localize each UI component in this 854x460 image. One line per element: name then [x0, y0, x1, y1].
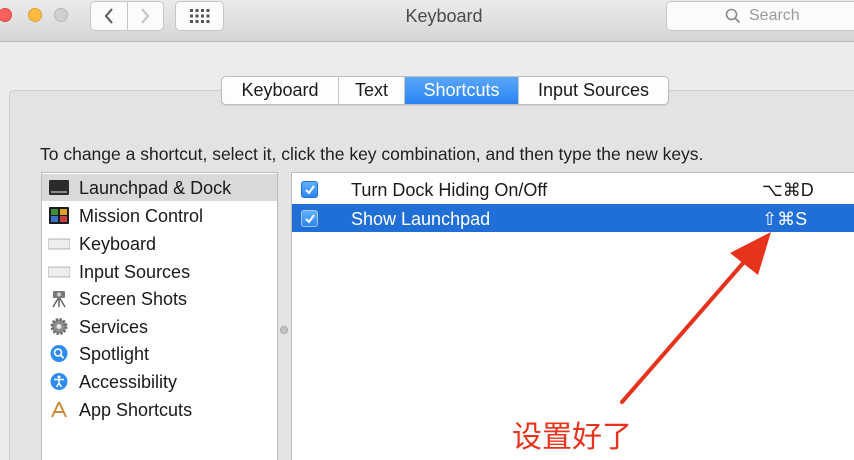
sidebar-item-label: Services — [79, 317, 149, 337]
shortcut-label: Turn Dock Hiding On/Off — [351, 180, 548, 200]
chevron-left-icon — [104, 8, 113, 24]
minimize-window-button[interactable] — [28, 8, 42, 22]
screen-shots-icon — [52, 291, 66, 308]
chevron-right-icon — [141, 8, 150, 24]
tab-input-sources[interactable]: Input Sources — [518, 77, 668, 104]
checkmark-icon — [304, 213, 315, 224]
shortcut-label: Show Launchpad — [351, 209, 491, 229]
sidebar-item-label: Input Sources — [79, 262, 191, 282]
sidebar-item-label: Accessibility — [79, 372, 178, 392]
search-icon — [725, 8, 741, 24]
shortcut-keys[interactable]: ⇧⌘S — [762, 209, 807, 230]
sidebar-item-screen-shots[interactable]: Screen Shots — [42, 285, 277, 312]
sidebar-item-label: Keyboard — [79, 234, 157, 254]
sidebar-item-label: Mission Control — [79, 206, 204, 226]
tab-keyboard[interactable]: Keyboard — [222, 77, 338, 104]
close-window-button[interactable] — [0, 8, 12, 22]
sidebar-item-label: Screen Shots — [79, 289, 188, 309]
back-button[interactable] — [91, 2, 127, 30]
tab-shortcuts[interactable]: Shortcuts — [404, 77, 518, 104]
keyboard-icon — [48, 238, 70, 250]
split-view-divider-handle[interactable] — [280, 326, 288, 334]
sidebar-item-keyboard[interactable]: Keyboard — [42, 230, 277, 257]
shortcut-keys[interactable]: ⌥⌘D — [762, 180, 814, 201]
show-all-button[interactable] — [175, 1, 224, 31]
sidebar-item-app-shortcuts[interactable]: App Shortcuts — [42, 396, 277, 423]
app-shortcuts-icon — [51, 401, 67, 418]
tab-bar: Keyboard Text Shortcuts Input Sources — [221, 76, 669, 105]
search-field[interactable]: Search — [666, 1, 854, 31]
sidebar-item-input-sources[interactable]: Input Sources — [42, 258, 277, 285]
sidebar-item-mission-control[interactable]: Mission Control — [42, 202, 277, 229]
accessibility-icon — [50, 373, 68, 390]
forward-button[interactable] — [126, 2, 164, 30]
shortcut-enabled-checkbox[interactable] — [301, 210, 318, 227]
launchpad-dock-icon — [49, 180, 69, 195]
window-title: Keyboard — [405, 6, 483, 26]
shortcut-category-list: Launchpad & Dock Mission Control Keyboar… — [41, 172, 278, 460]
search-placeholder: Search — [749, 7, 800, 24]
sidebar-item-label: Spotlight — [79, 344, 150, 364]
shortcut-row[interactable]: Turn Dock Hiding On/Off ⌥⌘D — [292, 175, 854, 203]
services-gear-icon — [50, 318, 68, 335]
checkmark-icon — [304, 184, 315, 195]
sidebar-item-launchpad-dock[interactable]: Launchpad & Dock — [42, 174, 277, 201]
sidebar-item-services[interactable]: Services — [42, 313, 277, 340]
tab-text[interactable]: Text — [338, 77, 404, 104]
title-bar: Keyboard Search — [0, 0, 854, 42]
shortcut-row-selected[interactable]: Show Launchpad ⇧⌘S — [292, 204, 854, 232]
sidebar-item-label: App Shortcuts — [79, 400, 193, 420]
mission-control-icon — [49, 207, 69, 224]
sidebar-item-accessibility[interactable]: Accessibility — [42, 368, 277, 395]
spotlight-icon — [50, 345, 68, 362]
grid-icon — [189, 9, 209, 23]
sidebar-item-spotlight[interactable]: Spotlight — [42, 340, 277, 367]
back-forward-group — [90, 1, 164, 31]
annotation-text: 设置好了 — [512, 420, 632, 455]
instructions-text: To change a shortcut, select it, click t… — [40, 144, 704, 164]
sidebar-item-label: Launchpad & Dock — [79, 178, 232, 198]
input-sources-icon — [48, 266, 70, 278]
shortcut-enabled-checkbox[interactable] — [301, 181, 318, 198]
zoom-window-button[interactable] — [54, 8, 68, 22]
